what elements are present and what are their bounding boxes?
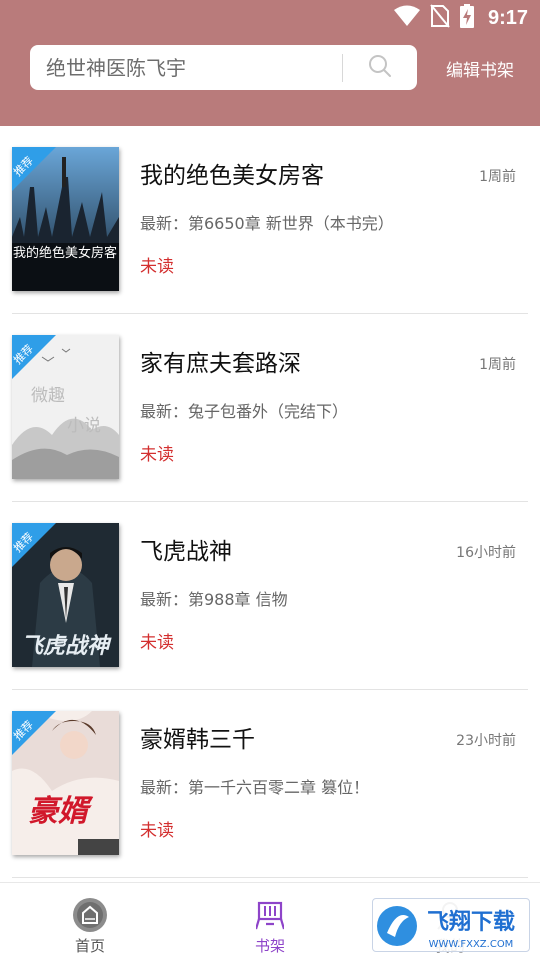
status-time: 9:17 [487, 6, 528, 29]
book-item[interactable]: 豪婿 推荐 豪婿韩三千 23小时前 最新：第一千六百零二章 篡位！ 未读 [12, 690, 528, 878]
book-update-time: 1周前 [479, 169, 516, 185]
book-title: 飞虎战神 [140, 539, 232, 565]
battery-charging-icon [459, 4, 474, 32]
nav-item-home[interactable]: 首页 [0, 883, 180, 960]
search-box[interactable] [30, 45, 417, 90]
book-update-time: 23小时前 [456, 733, 516, 749]
watermark-url: WWW.FXXZ.COM [429, 939, 514, 950]
book-latest-chapter: 最新：兔子包番外（完结下） [140, 402, 349, 421]
no-sim-icon [430, 4, 450, 32]
watermark-logo: 飞翔下载 WWW.FXXZ.COM [372, 898, 530, 952]
book-item[interactable]: 微趣 小说 推荐 家有庶夫套路深 1周前 最新：兔子包番外（完结下） 未读 [12, 314, 528, 502]
book-latest-chapter: 最新：第一千六百零二章 篡位！ [140, 778, 370, 797]
book-update-time: 1周前 [479, 357, 516, 373]
watermark-text: 飞翔下载 [427, 909, 515, 935]
book-title: 豪婿韩三千 [140, 727, 255, 753]
home-icon[interactable] [72, 897, 108, 933]
book-read-status: 未读 [140, 257, 174, 277]
wifi-icon [393, 5, 420, 31]
status-bar: 9:17 [0, 0, 540, 36]
header: 9:17 编辑书架 [0, 0, 540, 126]
book-cover[interactable]: 豪婿 推荐 [12, 711, 119, 855]
book-read-status: 未读 [140, 821, 174, 841]
book-item[interactable]: 我的绝色美女房客 推荐 我的绝色美女房客 1周前 最新：第6650章 新世界（本… [12, 126, 528, 314]
nav-item-bookshelf[interactable]: 书架 [180, 883, 360, 960]
nav-label: 首页 [74, 937, 105, 955]
book-latest-chapter: 最新：第988章 信物 [140, 590, 288, 609]
book-title: 家有庶夫套路深 [140, 351, 301, 377]
search-button[interactable] [343, 45, 417, 90]
search-icon[interactable] [368, 54, 392, 82]
book-item[interactable]: 飞虎战神 推荐 飞虎战神 16小时前 最新：第988章 信物 未读 [12, 502, 528, 690]
edit-shelf-button[interactable]: 编辑书架 [446, 56, 514, 81]
book-cover[interactable]: 我的绝色美女房客 推荐 [12, 147, 119, 291]
book-list: 我的绝色美女房客 推荐 我的绝色美女房客 1周前 最新：第6650章 新世界（本… [0, 126, 540, 878]
search-input[interactable] [30, 45, 342, 90]
book-update-time: 16小时前 [456, 545, 516, 561]
book-cover[interactable]: 飞虎战神 推荐 [12, 523, 119, 667]
nav-label: 书架 [254, 937, 285, 955]
book-cover[interactable]: 微趣 小说 推荐 [12, 335, 119, 479]
book-title: 我的绝色美女房客 [140, 163, 324, 189]
book-latest-chapter: 最新：第6650章 新世界（本书完） [140, 214, 394, 233]
bookshelf-icon[interactable] [252, 897, 288, 933]
book-read-status: 未读 [140, 445, 174, 465]
book-read-status: 未读 [140, 633, 174, 653]
